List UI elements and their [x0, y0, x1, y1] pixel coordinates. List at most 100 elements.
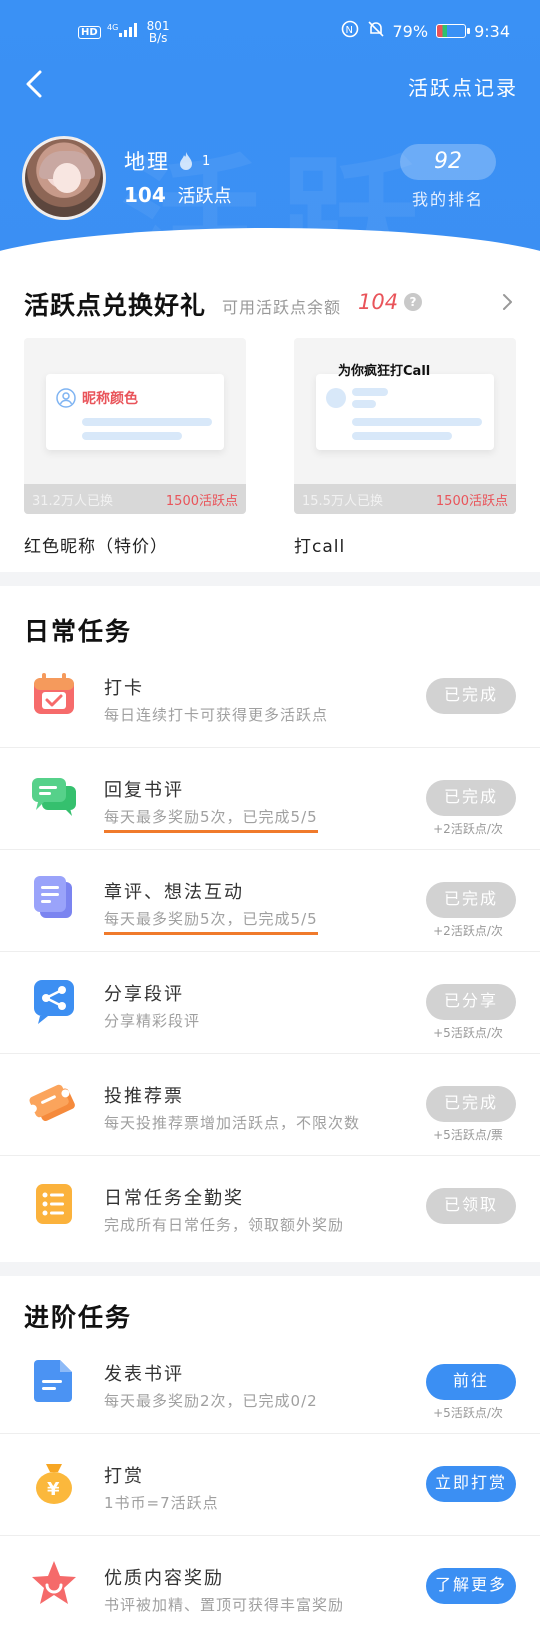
clock: 9:34 [474, 21, 510, 41]
learn-more-button[interactable]: 了解更多 [426, 1568, 516, 1604]
star-icon [32, 1561, 76, 1604]
gift-card-call[interactable]: 为你疯狂打Call 15.5万人已换 1500活跃点 [294, 338, 516, 514]
task-post-review: 发表书评 每天最多奖励2次，已完成0/2 前往 +5活跃点/次 [0, 1332, 540, 1434]
activity-record-link[interactable]: 活跃点记录 [408, 72, 518, 101]
task-desc: 每天最多奖励2次，已完成0/2 [104, 1392, 318, 1410]
back-button[interactable] [20, 66, 50, 102]
task-checkin: 打卡 每日连续打卡可获得更多活跃点 已完成 [0, 646, 540, 748]
task-desc: 每天投推荐票增加活跃点，不限次数 [104, 1114, 361, 1132]
chevron-left-icon [26, 70, 42, 98]
go-button[interactable]: 前往 [426, 1364, 516, 1400]
task-desc-text: 每天最多奖励5次，已完成5/5 [104, 808, 318, 833]
task-desc: 每日连续打卡可获得更多活跃点 [104, 706, 329, 724]
gift-preview-text: 昵称颜色 [82, 391, 138, 407]
task-reward: +2活跃点/次 [433, 822, 503, 836]
battery-percent: 79% [392, 21, 429, 41]
calendar-icon [34, 673, 74, 714]
net-speed: 801 B/s [147, 20, 170, 44]
battery-icon [436, 24, 471, 38]
gift-card-footer: 15.5万人已换 1500活跃点 [294, 484, 516, 514]
gift-name[interactable]: 打call [294, 532, 345, 557]
task-reply-review: 回复书评 每天最多奖励5次，已完成5/5 已完成 +2活跃点/次 [0, 748, 540, 850]
rank-value[interactable]: 92 [400, 144, 496, 180]
gift-cost: 1500活跃点 [165, 493, 238, 509]
gift-preview: 昵称颜色 [46, 374, 224, 450]
task-status-button[interactable]: 已完成 [426, 780, 516, 816]
help-icon[interactable]: ? [404, 293, 422, 311]
gift-preview: 为你疯狂打Call [316, 364, 494, 450]
net-speed-unit: B/s [148, 31, 168, 45]
document-icon [34, 1360, 72, 1402]
header-curve [0, 228, 540, 262]
gift-swapped-count: 15.5万人已换 [302, 493, 383, 509]
available-balance-value: 104 [358, 290, 399, 314]
task-status-button[interactable]: 已领取 [426, 1188, 516, 1224]
hd-badge: HD [78, 25, 101, 39]
gift-swapped-count: 31.2万人已换 [32, 493, 113, 509]
svg-text:N: N [345, 25, 352, 36]
task-status-button[interactable]: 已分享 [426, 984, 516, 1020]
task-name: 投推荐票 [104, 1086, 184, 1107]
task-desc: 每天最多奖励5次，已完成5/5 [104, 806, 318, 833]
task-quality-content: 优质内容奖励 书评被加精、置顶可获得丰富奖励 了解更多 [0, 1536, 540, 1638]
task-name: 分享段评 [104, 984, 184, 1005]
notes-icon [34, 876, 72, 918]
username-text: 地理 [124, 150, 170, 174]
daily-tasks-section: 日常任务 打卡 每日连续打卡可获得更多活跃点 已完成 回复书评 每天最多奖励5次… [0, 586, 540, 1262]
task-share-paragraph: 分享段评 分享精彩段评 已分享 +5活跃点/次 [0, 952, 540, 1054]
points-summary: 104 活跃点 [124, 182, 231, 208]
task-reward: +5活跃点/次 [433, 1026, 503, 1040]
advanced-tasks-section: 进阶任务 发表书评 每天最多奖励2次，已完成0/2 前往 +5活跃点/次 ¥ 打… [0, 1276, 540, 1641]
points-label: 活跃点 [177, 186, 232, 207]
task-name: 发表书评 [104, 1364, 184, 1385]
task-status-button[interactable]: 已完成 [426, 678, 516, 714]
rank-label: 我的排名 [411, 190, 484, 209]
task-reward: +5活跃点/次 [433, 1406, 503, 1420]
ticket-icon [28, 1084, 75, 1121]
task-name: 章评、想法互动 [104, 882, 244, 903]
nfc-icon: N [341, 20, 359, 42]
mute-bell-icon [367, 20, 385, 42]
daily-tasks-title: 日常任务 [24, 617, 133, 646]
avatar-placeholder [326, 388, 346, 408]
task-status-button[interactable]: 已完成 [426, 882, 516, 918]
task-desc: 每天最多奖励5次，已完成5/5 [104, 908, 318, 935]
gift-cost: 1500活跃点 [435, 493, 508, 509]
profile-header: 活跃 HD 4G 801 B/s N 79% 9:34 活跃点记录 地理 1 1… [0, 0, 540, 262]
task-desc: 书评被加精、置顶可获得丰富奖励 [104, 1596, 345, 1614]
share-icon [34, 980, 74, 1024]
gift-name[interactable]: 红色昵称（特价） [24, 532, 168, 557]
avatar[interactable] [22, 136, 106, 220]
checklist-icon [36, 1184, 72, 1224]
flame-level-icon [178, 151, 194, 171]
task-name: 打赏 [104, 1466, 144, 1487]
available-balance-label: 可用活跃点余额 [222, 298, 342, 317]
gift-card-red-nickname[interactable]: 昵称颜色 31.2万人已换 1500活跃点 [24, 338, 246, 514]
status-bar: HD 4G 801 B/s N 79% 9:34 [0, 0, 540, 60]
task-tip: ¥ 打赏 1书币=7活跃点 立即打赏 [0, 1434, 540, 1536]
gift-card-footer: 31.2万人已换 1500活跃点 [24, 484, 246, 514]
task-name: 日常任务全勤奖 [104, 1188, 244, 1209]
task-desc-text: 每天最多奖励5次，已完成5/5 [104, 910, 318, 935]
points-value: 104 [124, 183, 166, 207]
task-reward: +2活跃点/次 [433, 924, 503, 938]
task-reward: +5活跃点/票 [433, 1128, 503, 1142]
task-chapter-interaction: 章评、想法互动 每天最多奖励5次，已完成5/5 已完成 +2活跃点/次 [0, 850, 540, 952]
signal-label: 4G [107, 23, 118, 32]
task-status-button[interactable]: 已完成 [426, 1086, 516, 1122]
task-name: 打卡 [104, 678, 144, 699]
task-recommend-vote: 投推荐票 每天投推荐票增加活跃点，不限次数 已完成 +5活跃点/票 [0, 1054, 540, 1156]
task-desc: 分享精彩段评 [104, 1012, 201, 1030]
gift-more-button[interactable] [500, 292, 514, 312]
gift-section-title: 活跃点兑换好礼 [24, 291, 207, 320]
tip-now-button[interactable]: 立即打赏 [426, 1466, 516, 1502]
svg-text:¥: ¥ [47, 1479, 60, 1500]
task-name: 优质内容奖励 [104, 1568, 224, 1589]
chevron-right-icon [503, 294, 512, 310]
task-desc: 1书币=7活跃点 [104, 1494, 219, 1512]
advanced-tasks-title: 进阶任务 [24, 1303, 133, 1332]
gift-preview-text: 为你疯狂打Call [338, 364, 431, 379]
task-daily-attendance: 日常任务全勤奖 完成所有日常任务，领取额外奖励 已领取 [0, 1156, 540, 1258]
task-desc: 完成所有日常任务，领取额外奖励 [104, 1216, 345, 1234]
level-number: 1 [202, 153, 213, 169]
